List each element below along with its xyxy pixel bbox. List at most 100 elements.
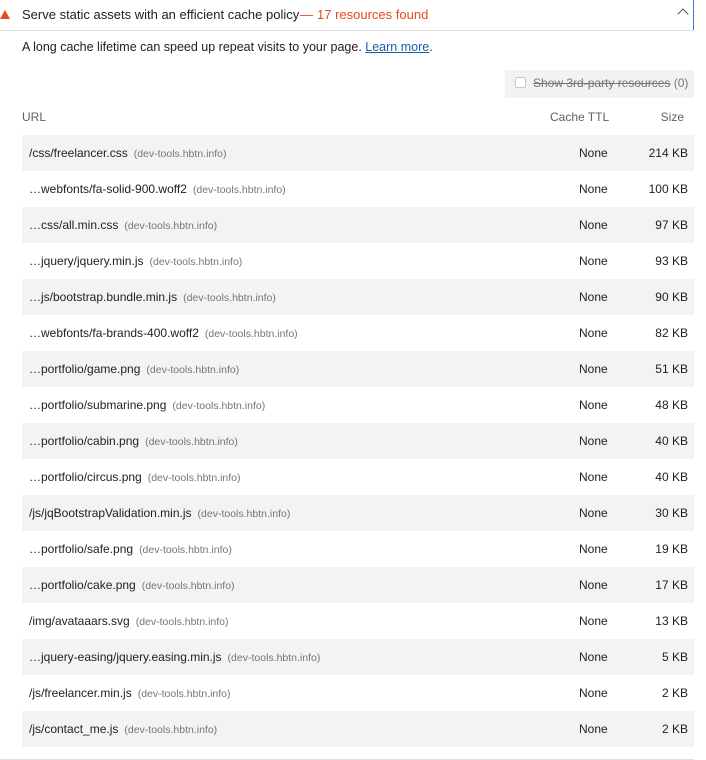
cache-ttl-cell: None [579,362,608,376]
table-row: /img/avataaars.svg (dev-tools.hbtn.info) N… [22,603,694,639]
column-header-size: Size [660,110,684,124]
cache-ttl-cell: None [579,290,608,304]
resource-url[interactable]: …css/all.min.css [29,218,118,232]
audit-header[interactable]: Serve static assets with an efficient ca… [0,0,694,30]
resource-url[interactable]: …portfolio/circus.png [29,470,142,484]
size-cell: 51 KB [655,362,688,376]
resource-url[interactable]: …jquery-easing/jquery.easing.min.js [29,650,222,664]
third-party-checkbox[interactable] [515,77,526,88]
description-text: A long cache lifetime can speed up repea… [22,40,362,54]
resource-url-cell: /img/avataaars.svg (dev-tools.hbtn.info) [29,614,229,628]
resource-host: (dev-tools.hbtn.info) [124,724,218,736]
resource-url-cell: /js/freelancer.min.js (dev-tools.hbtn.inf… [29,686,231,700]
audit-resource-count: 17 resources found [317,7,429,22]
resource-host: (dev-tools.hbtn.info) [139,544,232,556]
resource-url[interactable]: …portfolio/cabin.png [29,434,139,448]
table-row: …webfonts/fa-brands-400.woff2 (dev-tools.… [22,315,694,351]
size-cell: 90 KB [655,290,688,304]
third-party-filter[interactable]: Show 3rd-party resources (0) [505,70,694,98]
audit-title: Serve static assets with an efficient ca… [22,7,300,22]
audit-dash: — [300,7,313,22]
resource-host: (dev-tools.hbtn.info) [183,292,276,304]
resource-url-cell: …portfolio/submarine.png (dev-tools.hbtn.… [29,398,265,412]
table-row: …portfolio/cake.png (dev-tools.hbtn.info)… [22,567,694,603]
resource-table-body: /css/freelancer.css (dev-tools.hbtn.info)… [22,135,694,747]
size-cell: 2 KB [661,686,688,700]
resource-url[interactable]: /img/avataaars.svg [29,614,130,628]
column-header-cache-ttl: Cache TTL [550,110,610,124]
table-row: …portfolio/cabin.png (dev-tools.hbtn.info… [22,423,694,459]
resource-url[interactable]: …jquery/jquery.min.js [29,254,143,268]
table-row: /js/freelancer.min.js (dev-tools.hbtn.inf… [22,675,694,711]
cache-ttl-cell: None [579,722,608,736]
resource-url[interactable]: …webfonts/fa-brands-400.woff2 [29,326,199,340]
cache-ttl-cell: None [579,146,608,160]
resource-url-cell: …jquery-easing/jquery.easing.min.js (dev-… [29,650,320,664]
resource-host: (dev-tools.hbtn.info) [145,436,238,448]
resource-host: (dev-tools.hbtn.info) [124,220,218,232]
cache-ttl-cell: None [579,650,608,664]
third-party-filter-label: Show 3rd-party resources (0) [533,76,688,90]
resource-url-cell: …portfolio/circus.png (dev-tools.hbtn.inf… [29,470,241,484]
resource-host: (dev-tools.hbtn.info) [149,256,243,268]
size-cell: 2 KB [661,722,688,736]
cache-ttl-cell: None [579,398,608,412]
column-header-url: URL [22,110,47,124]
size-cell: 48 KB [655,398,688,412]
table-row: /js/contact_me.js (dev-tools.hbtn.info) No… [22,711,694,747]
size-cell: 30 KB [655,506,688,520]
resource-url[interactable]: …portfolio/cake.png [29,578,136,592]
learn-more-link[interactable]: Learn more [365,40,429,54]
resource-url[interactable]: …js/bootstrap.bundle.min.js [29,290,177,304]
table-row: …css/all.min.css (dev-tools.hbtn.info) Non… [22,207,694,243]
resource-url-cell: …webfonts/fa-brands-400.woff2 (dev-tools.… [29,326,298,340]
cache-ttl-cell: None [579,578,608,592]
cache-ttl-cell: None [579,506,608,520]
description-period: . [429,40,433,54]
third-party-filter-text: Show 3rd-party resources [533,76,671,90]
size-cell: 40 KB [655,434,688,448]
resource-url[interactable]: /js/freelancer.min.js [29,686,132,700]
resource-url-cell: /css/freelancer.css (dev-tools.hbtn.info) [29,146,227,160]
cache-ttl-cell: None [579,434,608,448]
table-row: …portfolio/circus.png (dev-tools.hbtn.inf… [22,459,694,495]
resource-url[interactable]: /js/jqBootstrapValidation.min.js [29,506,192,520]
size-cell: 17 KB [655,578,688,592]
chevron-up-icon[interactable] [677,8,689,20]
cache-ttl-cell: None [579,542,608,556]
warning-triangle-icon [0,10,10,19]
cache-ttl-cell: None [579,182,608,196]
resource-url-cell: …portfolio/cake.png (dev-tools.hbtn.info) [29,578,235,592]
table-row: …jquery-easing/jquery.easing.min.js (dev-… [22,639,694,675]
cache-ttl-cell: None [579,326,608,340]
size-cell: 40 KB [655,470,688,484]
table-row: …webfonts/fa-solid-900.woff2 (dev-tools.h… [22,171,694,207]
third-party-filter-count: (0) [673,76,689,90]
size-cell: 5 KB [661,650,688,664]
resource-url[interactable]: …portfolio/safe.png [29,542,133,556]
size-cell: 13 KB [655,614,688,628]
resource-host: (dev-tools.hbtn.info) [146,364,240,376]
table-row: /css/freelancer.css (dev-tools.hbtn.info)… [22,135,694,171]
size-cell: 19 KB [655,542,688,556]
table-row: …portfolio/submarine.png (dev-tools.hbtn.… [22,387,694,423]
resource-host: (dev-tools.hbtn.info) [172,400,266,412]
resource-url-cell: …webfonts/fa-solid-900.woff2 (dev-tools.h… [29,182,286,196]
resource-url[interactable]: …portfolio/game.png [29,362,140,376]
table-row: …portfolio/safe.png (dev-tools.hbtn.info)… [22,531,694,567]
cache-ttl-cell: None [579,614,608,628]
size-cell: 100 KB [648,182,688,196]
table-row: …js/bootstrap.bundle.min.js (dev-tools.hb… [22,279,694,315]
audit-description: A long cache lifetime can speed up repea… [22,40,433,54]
resource-host: (dev-tools.hbtn.info) [227,652,321,664]
resource-host: (dev-tools.hbtn.info) [133,148,227,160]
table-row: …portfolio/game.png (dev-tools.hbtn.info)… [22,351,694,387]
size-cell: 93 KB [655,254,688,268]
resource-host: (dev-tools.hbtn.info) [204,328,298,340]
resource-url[interactable]: …portfolio/submarine.png [29,398,166,412]
resource-url[interactable]: …webfonts/fa-solid-900.woff2 [29,182,187,196]
resource-url[interactable]: /js/contact_me.js [29,722,118,736]
cache-ttl-cell: None [579,218,608,232]
resource-url[interactable]: /css/freelancer.css [29,146,128,160]
resource-host: (dev-tools.hbtn.info) [141,580,235,592]
